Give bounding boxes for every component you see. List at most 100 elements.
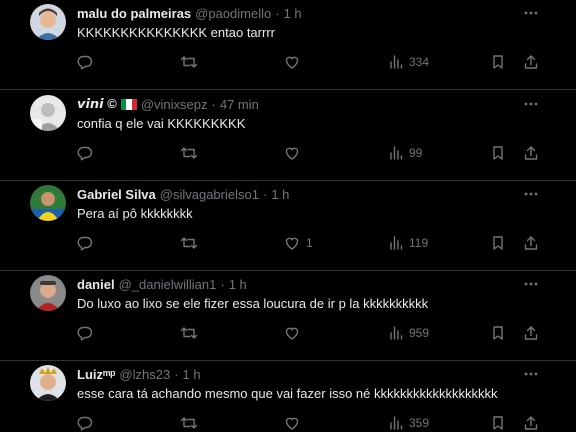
share-icon (524, 326, 538, 340)
avatar[interactable] (30, 4, 66, 40)
view-count: 359 (409, 416, 430, 430)
tweet-feed: malu do palmeiras @paodimello · 1 h KKKK… (0, 0, 576, 432)
tweet-actions: 334 (0, 51, 576, 73)
avatar[interactable] (30, 365, 66, 401)
display-name[interactable]: Gabriel Silva (77, 187, 156, 202)
separator-dot: · (262, 186, 268, 202)
display-name[interactable]: 𝙫𝙞𝙣𝙞 © (77, 96, 117, 112)
tweet-actions: 359 (0, 412, 576, 432)
retweet-icon (180, 417, 198, 429)
retweet-button[interactable] (180, 412, 198, 432)
heart-icon (285, 56, 299, 69)
retweet-button[interactable] (180, 51, 198, 73)
more-options-icon[interactable] (521, 365, 541, 383)
bookmark-button[interactable] (491, 322, 505, 344)
heart-icon (285, 147, 299, 160)
views-button[interactable]: 99 (389, 142, 422, 164)
retweet-button[interactable] (180, 322, 198, 344)
reply-button[interactable] (77, 412, 93, 432)
more-options-icon[interactable] (521, 275, 541, 293)
reply-icon (77, 236, 93, 251)
reply-button[interactable] (77, 232, 93, 254)
timestamp[interactable]: 47 min (220, 97, 259, 112)
bookmark-icon (493, 55, 503, 69)
like-button[interactable] (284, 322, 306, 344)
share-button[interactable] (523, 51, 539, 73)
bookmark-button[interactable] (491, 142, 505, 164)
timestamp[interactable]: 1 h (271, 187, 289, 202)
heart-icon (285, 237, 299, 250)
tweet[interactable]: Gabriel Silva @silvagabrielso1 · 1 h Per… (0, 181, 576, 271)
share-button[interactable] (523, 232, 539, 254)
more-options-icon[interactable] (521, 95, 541, 113)
more-options-icon[interactable] (521, 185, 541, 203)
timestamp[interactable]: 1 h (229, 277, 247, 292)
tweet-text: confia q ele vai KKKKKKKKK (77, 116, 246, 131)
bookmark-icon (493, 416, 503, 430)
bookmark-icon (493, 326, 503, 340)
view-count: 959 (409, 326, 430, 340)
like-button[interactable] (284, 142, 306, 164)
tweet-text: Do luxo ao lixo se ele fizer essa loucur… (77, 296, 429, 311)
user-handle[interactable]: @vinixsepz (141, 97, 208, 112)
avatar[interactable] (30, 275, 66, 311)
display-name[interactable]: Luizᵐᵖ (77, 367, 115, 382)
user-handle[interactable]: @paodimello (195, 6, 271, 21)
separator-dot: · (220, 276, 225, 292)
reply-icon (77, 146, 93, 161)
separator-dot: · (211, 96, 216, 112)
share-button[interactable] (523, 322, 539, 344)
view-count: 99 (409, 146, 423, 160)
views-button[interactable]: 119 (389, 232, 428, 254)
retweet-icon (180, 327, 198, 339)
bookmark-icon (493, 236, 503, 250)
views-button[interactable]: 959 (389, 322, 429, 344)
tweet[interactable]: 𝙫𝙞𝙣𝙞 © @vinixsepz · 47 min confia q ele … (0, 91, 576, 181)
retweet-button[interactable] (180, 232, 198, 254)
reply-button[interactable] (77, 322, 93, 344)
like-button[interactable]: 1 (284, 232, 313, 254)
heart-icon (285, 417, 299, 430)
separator-dot: · (174, 366, 179, 382)
timestamp[interactable]: 1 h (183, 367, 201, 382)
avatar[interactable] (30, 185, 66, 221)
reply-button[interactable] (77, 51, 93, 73)
retweet-icon (180, 56, 198, 68)
heart-icon (285, 327, 299, 340)
tweet-text: KKKKKKKKKKKKKKK entao tarrrr (77, 25, 275, 40)
display-name[interactable]: malu do palmeiras (77, 6, 191, 21)
views-button[interactable]: 359 (389, 412, 429, 432)
tweet[interactable]: daniel @_danielwillian1 · 1 h Do luxo ao… (0, 271, 576, 361)
user-handle[interactable]: @lzhs23 (119, 367, 170, 382)
italy-flag-icon (120, 98, 137, 110)
tweet-actions: 1 119 (0, 232, 576, 254)
tweet-text: esse cara tá achando mesmo que vai fazer… (77, 386, 498, 401)
share-icon (524, 236, 538, 250)
more-options-icon[interactable] (521, 4, 541, 22)
display-name[interactable]: daniel (77, 277, 115, 292)
tweet[interactable]: Luizᵐᵖ @lzhs23 · 1 h esse cara tá achand… (0, 361, 576, 432)
bookmark-button[interactable] (491, 232, 505, 254)
like-button[interactable] (284, 51, 306, 73)
views-button[interactable]: 334 (389, 51, 429, 73)
share-button[interactable] (523, 412, 539, 432)
timestamp[interactable]: 1 h (284, 6, 302, 21)
avatar[interactable] (30, 95, 66, 131)
view-count: 119 (409, 236, 429, 250)
share-button[interactable] (523, 142, 539, 164)
tweet[interactable]: malu do palmeiras @paodimello · 1 h KKKK… (0, 0, 576, 90)
separator-dot: · (275, 5, 280, 21)
reply-button[interactable] (77, 142, 93, 164)
like-button[interactable] (284, 412, 306, 432)
user-handle[interactable]: @_danielwillian1 (119, 277, 217, 292)
bookmark-icon (493, 146, 503, 160)
tweet-actions: 99 (0, 142, 576, 164)
views-bar-chart-icon (390, 146, 403, 160)
retweet-icon (180, 237, 198, 249)
user-handle[interactable]: @silvagabrielso1 (160, 187, 259, 202)
bookmark-button[interactable] (491, 412, 505, 432)
bookmark-button[interactable] (491, 51, 505, 73)
retweet-button[interactable] (180, 142, 198, 164)
reply-icon (77, 55, 93, 70)
tweet-actions: 959 (0, 322, 576, 344)
